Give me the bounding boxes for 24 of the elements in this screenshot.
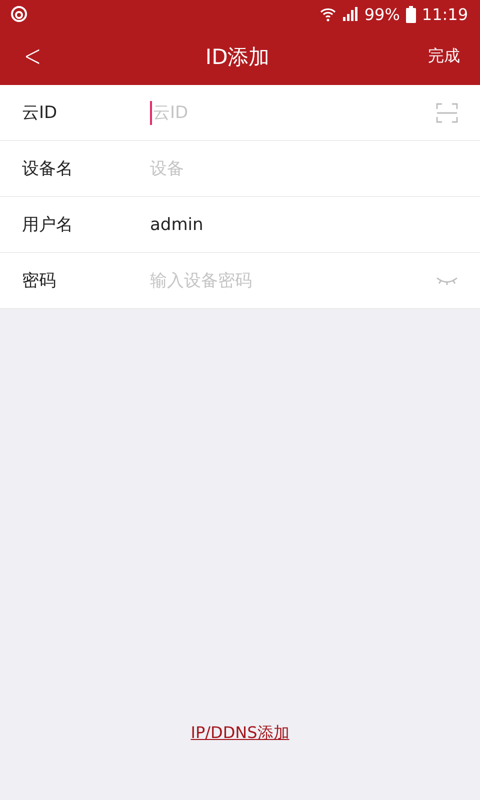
form-row[interactable]: 用户名 admin [0,197,480,253]
input-field[interactable]: admin [150,210,458,240]
input-field[interactable]: 输入设备密码 [150,266,436,296]
battery-icon [406,6,416,22]
form-row[interactable]: 设备名 设备 [0,141,480,197]
back-button[interactable]: < [18,38,47,76]
clock-time: 11:19 [422,4,468,24]
input-field[interactable]: 设备 [150,154,458,184]
ip-ddns-add-link[interactable]: IP/DDNS添加 [190,723,290,744]
scan-icon[interactable] [436,102,458,122]
closed-eye-icon[interactable] [436,276,458,286]
done-button[interactable]: 完成 [422,40,466,73]
signal-icon [342,6,358,22]
form-row[interactable]: 密码 输入设备密码 [0,253,480,309]
input-field[interactable]: 云ID [153,98,436,128]
field-label: 设备名 [22,158,74,180]
battery-percent: 99% [364,4,400,24]
field-label: 云ID [22,102,58,124]
field-label: 密码 [22,270,57,292]
app-notification-icon [10,5,28,23]
wifi-icon [320,6,336,22]
page-title: ID添加 [204,44,271,70]
field-label: 用户名 [22,214,74,236]
form-row[interactable]: 云ID 云ID [0,85,480,141]
